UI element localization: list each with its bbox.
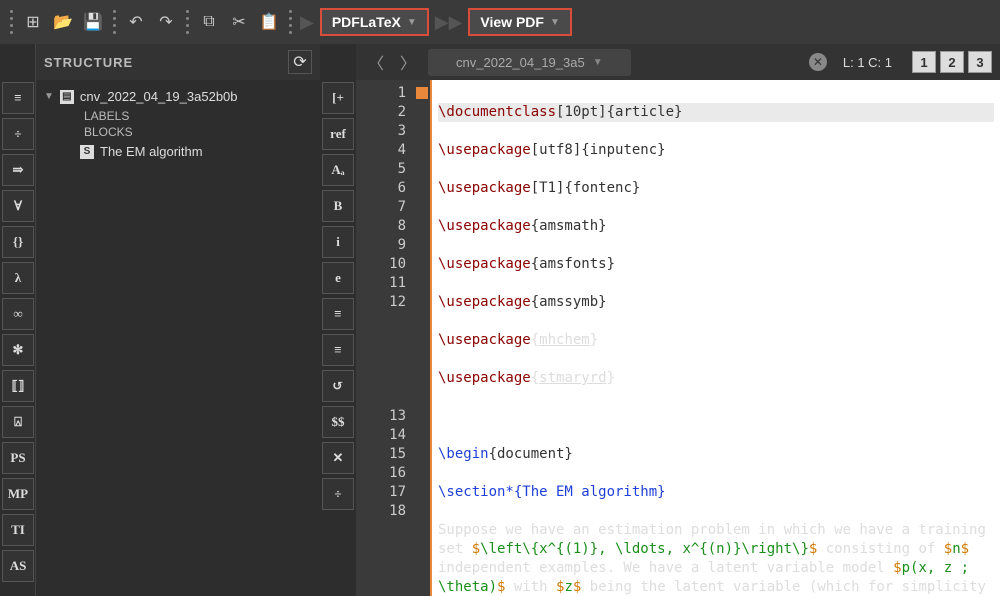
view-switcher: 123 xyxy=(912,51,992,73)
insert-button[interactable]: i xyxy=(322,226,354,258)
insert-button[interactable]: ↺ xyxy=(322,370,354,402)
insert-toolbar: [+ ref Aₐ Bie ≡ ≡ ↺ $$ ✕ ÷ xyxy=(320,44,356,596)
view-num-button[interactable]: 3 xyxy=(968,51,992,73)
nav-forward-icon[interactable]: 〉 xyxy=(396,50,420,74)
nav-back-icon[interactable]: 〈 xyxy=(364,50,388,74)
toolbar-separator xyxy=(289,10,292,34)
left-symbol-panel: ≡ ÷ ⇒ ∀ {} λ ∞ ✻ ⟦⟧ ⍓ PS MP TI AS xyxy=(0,44,36,596)
view-num-button[interactable]: 1 xyxy=(912,51,936,73)
tree-section-label: The EM algorithm xyxy=(100,144,203,159)
insert-button[interactable]: ≡ xyxy=(322,298,354,330)
symbol-button[interactable]: TI xyxy=(2,514,34,546)
code-editor[interactable]: 123456789101112 131415161718 \documentcl… xyxy=(356,80,1000,596)
paste-icon[interactable]: 📋 xyxy=(257,10,281,34)
redo-icon[interactable]: ↷ xyxy=(154,10,178,34)
symbol-button[interactable]: ⟦⟧ xyxy=(2,370,34,402)
chevron-down-icon: ▼ xyxy=(550,17,560,28)
symbol-button[interactable]: AS xyxy=(2,550,34,582)
section-icon: S xyxy=(80,145,94,159)
copy-icon[interactable]: ⧉ xyxy=(197,10,221,34)
file-tab[interactable]: cnv_2022_04_19_3a5 ▼ xyxy=(428,49,631,76)
file-icon: ▤ xyxy=(60,90,74,104)
tree-labels[interactable]: LABELS xyxy=(36,109,320,123)
tree-blocks[interactable]: BLOCKS xyxy=(36,125,320,139)
symbol-button[interactable]: ÷ xyxy=(2,118,34,150)
symbol-button[interactable]: ⇒ xyxy=(2,154,34,186)
insert-button[interactable]: Aₐ xyxy=(322,154,354,186)
chevron-down-icon: ▼ xyxy=(407,17,417,28)
insert-button[interactable]: $$ xyxy=(322,406,354,438)
fold-marker[interactable] xyxy=(416,87,428,99)
main-area: ≡ ÷ ⇒ ∀ {} λ ∞ ✻ ⟦⟧ ⍓ PS MP TI AS STRUCTURE ⟳ ▼ ▤ cnv… xyxy=(0,44,1000,596)
viewer-dropdown[interactable]: View PDF ▼ xyxy=(468,8,571,36)
toolbar-separator xyxy=(186,10,189,34)
close-tab-button[interactable]: ✕ xyxy=(809,53,827,71)
chevron-down-icon: ▼ xyxy=(44,91,54,102)
save-file-icon[interactable]: 💾 xyxy=(81,10,105,34)
symbol-button[interactable]: ∀ xyxy=(2,190,34,222)
insert-button[interactable]: B xyxy=(322,190,354,222)
insert-button[interactable]: ref xyxy=(322,118,354,150)
cut-icon[interactable]: ✂ xyxy=(227,10,251,34)
symbol-button[interactable]: MP xyxy=(2,478,34,510)
refresh-icon[interactable]: ⟳ xyxy=(288,50,312,74)
insert-button[interactable]: ✕ xyxy=(322,442,354,474)
tree-file-label: cnv_2022_04_19_3a52b0b xyxy=(80,89,238,104)
symbol-button[interactable]: ∞ xyxy=(2,298,34,330)
view-num-button[interactable]: 2 xyxy=(940,51,964,73)
symbol-button[interactable]: λ xyxy=(2,262,34,294)
cursor-position: L: 1 C: 1 xyxy=(843,55,892,70)
insert-button[interactable]: ≡ xyxy=(322,334,354,366)
viewer-label: View PDF xyxy=(480,14,544,30)
compile-view-icon[interactable]: ▶▶ xyxy=(435,12,463,33)
insert-button[interactable]: ÷ xyxy=(322,478,354,510)
tree-section-row[interactable]: S The EM algorithm xyxy=(36,141,320,162)
compile-play-icon[interactable]: ▶ xyxy=(300,12,314,33)
symbol-button[interactable]: PS xyxy=(2,442,34,474)
toolbar-separator xyxy=(10,10,13,34)
chevron-down-icon: ▼ xyxy=(593,57,603,68)
tree-file-row[interactable]: ▼ ▤ cnv_2022_04_19_3a52b0b xyxy=(36,86,320,107)
tab-filename: cnv_2022_04_19_3a5 xyxy=(456,55,585,70)
code-content[interactable]: \documentclass[10pt]{article} \usepackag… xyxy=(432,80,1000,596)
structure-tree: ▼ ▤ cnv_2022_04_19_3a52b0b LABELS BLOCKS… xyxy=(36,80,320,168)
fold-gutter xyxy=(414,80,432,596)
structure-title: STRUCTURE xyxy=(44,55,133,70)
undo-icon[interactable]: ↶ xyxy=(124,10,148,34)
symbol-button[interactable]: ✻ xyxy=(2,334,34,366)
compiler-label: PDFLaTeX xyxy=(332,14,401,30)
insert-button[interactable]: e xyxy=(322,262,354,294)
editor-area: 〈 〉 cnv_2022_04_19_3a5 ▼ ✕ L: 1 C: 1 123… xyxy=(356,44,1000,596)
toolbar-separator xyxy=(113,10,116,34)
open-file-icon[interactable]: 📂 xyxy=(51,10,75,34)
new-file-icon[interactable]: ⊞ xyxy=(21,10,45,34)
structure-panel: STRUCTURE ⟳ ▼ ▤ cnv_2022_04_19_3a52b0b L… xyxy=(36,44,320,596)
main-toolbar: ⊞ 📂 💾 ↶ ↷ ⧉ ✂ 📋 ▶ PDFLaTeX ▼ ▶▶ View PDF… xyxy=(0,0,1000,44)
symbol-button[interactable]: ⍓ xyxy=(2,406,34,438)
tab-bar: 〈 〉 cnv_2022_04_19_3a5 ▼ ✕ L: 1 C: 1 123 xyxy=(356,44,1000,80)
structure-header: STRUCTURE ⟳ xyxy=(36,44,320,80)
line-gutter: 123456789101112 131415161718 xyxy=(356,80,414,596)
symbol-button[interactable]: ≡ xyxy=(2,82,34,114)
insert-button[interactable]: [+ xyxy=(322,82,354,114)
symbol-button[interactable]: {} xyxy=(2,226,34,258)
compiler-dropdown[interactable]: PDFLaTeX ▼ xyxy=(320,8,429,36)
